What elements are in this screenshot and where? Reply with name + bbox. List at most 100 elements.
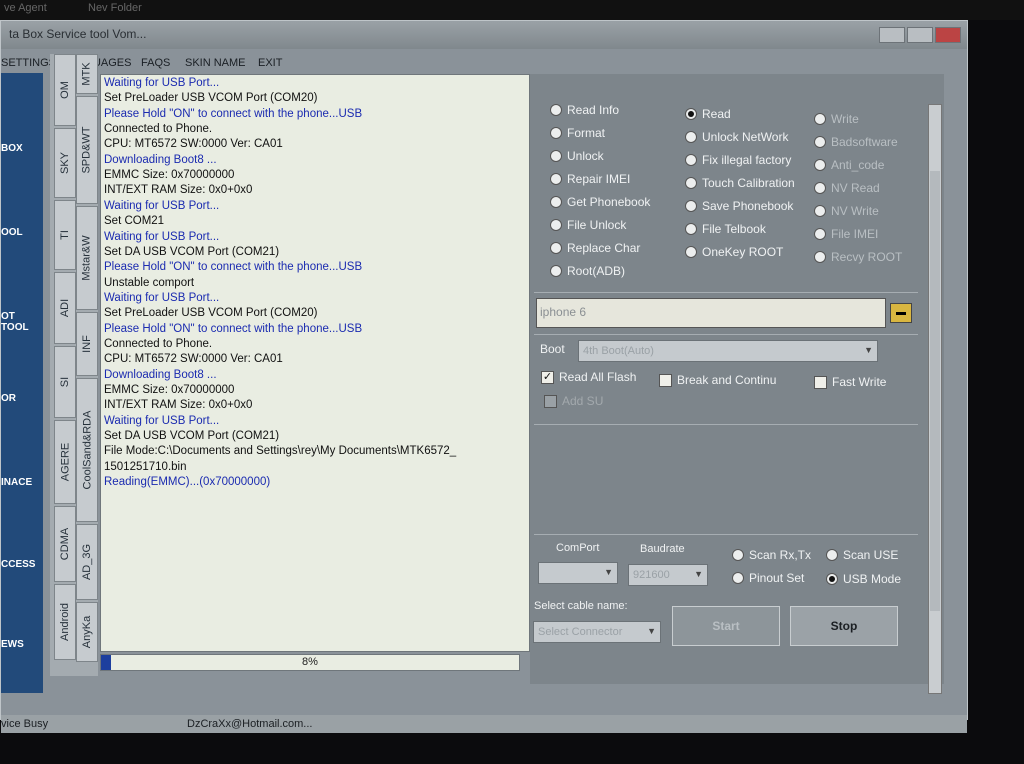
tab-coolsand-rda[interactable]: CoolSand&RDA	[76, 378, 98, 522]
boot-select[interactable]: 4th Boot(Auto) ▼	[578, 340, 878, 362]
log-line: CPU: MT6572 SW:0000 Ver: CA01	[104, 353, 283, 366]
radio-op-col3[interactable]: NV Read	[814, 181, 880, 195]
radio-dot	[814, 228, 826, 240]
tab-om[interactable]: OM	[54, 54, 76, 126]
tab-label: AGERE	[59, 442, 72, 482]
minimize-button[interactable]	[879, 27, 905, 43]
radio-op-col2[interactable]: Read	[685, 107, 731, 121]
tab-mstar-w[interactable]: Mstar&W	[76, 206, 98, 310]
radio-dot	[814, 205, 826, 217]
vertical-scrollbar[interactable]	[928, 104, 942, 694]
status-bar: vice Busy DzCraXx@Hotmail.com...	[1, 715, 967, 733]
radio-op-col2[interactable]: Save Phonebook	[685, 199, 793, 213]
radio-dot	[685, 154, 697, 166]
radio-op-col1[interactable]: File Unlock	[550, 218, 626, 232]
radio-dot	[732, 549, 744, 561]
title-bar[interactable]: ta Box Service tool Vom...	[1, 21, 967, 49]
scrollbar-thumb[interactable]	[930, 171, 940, 611]
radio-scan-rx-tx[interactable]: Scan Rx,Tx	[732, 548, 811, 562]
menu-skin-name[interactable]: SKIN NAME	[185, 57, 246, 69]
stop-button[interactable]: Stop	[790, 606, 898, 646]
tab-mtk[interactable]: MTK	[76, 54, 98, 94]
tab-agere[interactable]: AGERE	[54, 420, 76, 504]
checkbox-read-all-flash[interactable]: ✓ Read All Flash	[541, 370, 636, 384]
radio-op-col2[interactable]: OneKey ROOT	[685, 245, 783, 259]
radio-dot	[814, 251, 826, 263]
sidebar-item-tool[interactable]: OOL	[1, 227, 23, 238]
menu-settings[interactable]: SETTINGS	[1, 57, 56, 69]
comport-select[interactable]: ▼	[538, 562, 618, 584]
radio-op-col3[interactable]: File IMEI	[814, 227, 878, 241]
radio-op-col2[interactable]: Unlock NetWork	[685, 130, 788, 144]
tab-si[interactable]: SI	[54, 346, 76, 418]
radio-label: Scan Rx,Tx	[749, 548, 812, 562]
tab-ti[interactable]: TI	[54, 200, 76, 270]
sidebar-item-news[interactable]: EWS	[1, 639, 24, 650]
radio-label: Get Phonebook	[567, 195, 651, 209]
radio-scan-use[interactable]: Scan USE	[826, 548, 898, 562]
radio-label: Pinout Set	[749, 571, 805, 585]
radio-op-col1[interactable]: Repair IMEI	[550, 172, 630, 186]
sidebar-item-or[interactable]: OR	[1, 393, 16, 404]
cable-select[interactable]: Select Connector ▼	[533, 621, 661, 643]
radio-dot	[814, 182, 826, 194]
radio-dot	[814, 159, 826, 171]
radio-op-col2[interactable]: Fix illegal factory	[685, 153, 791, 167]
baudrate-select[interactable]: 921600 ▼	[628, 564, 708, 586]
log-line: INT/EXT RAM Size: 0x0+0x0	[104, 399, 253, 412]
radio-op-col1[interactable]: Root(ADB)	[550, 264, 625, 278]
menu-faqs[interactable]: FAQS	[141, 57, 170, 69]
radio-op-col1[interactable]: Replace Char	[550, 241, 640, 255]
radio-dot	[814, 136, 826, 148]
radio-op-col1[interactable]: Get Phonebook	[550, 195, 650, 209]
tab-cdma[interactable]: CDMA	[54, 506, 76, 582]
radio-dot	[685, 131, 697, 143]
radio-op-col2[interactable]: Touch Calibration	[685, 176, 795, 190]
radio-dot	[685, 223, 697, 235]
model-input[interactable]: iphone 6	[536, 298, 886, 328]
baudrate-value: 921600	[633, 569, 670, 581]
sidebar-item-access[interactable]: CCESS	[1, 559, 35, 570]
radio-op-col1[interactable]: Format	[550, 126, 605, 140]
tab-spd-wt[interactable]: SPD&WT	[76, 96, 98, 204]
tab-android[interactable]: Android	[54, 584, 76, 660]
sidebar-item-box[interactable]: BOX	[1, 143, 23, 154]
checkbox-fast-write[interactable]: Fast Write	[814, 375, 886, 389]
sidebar-item-inace[interactable]: INACE	[1, 477, 32, 488]
log-line: Waiting for USB Port...	[104, 77, 220, 89]
sidebar-item-ot-tool[interactable]: OT TOOL	[1, 311, 43, 333]
radio-op-col1[interactable]: Unlock	[550, 149, 604, 163]
radio-op-col2[interactable]: File Telbook	[685, 222, 766, 236]
tab-ad-3g[interactable]: AD_3G	[76, 524, 98, 600]
radio-op-col3[interactable]: Recvy ROOT	[814, 250, 902, 264]
menu-bar: SETTINGS LANGUAGES FAQS SKIN NAME EXIT	[1, 51, 967, 73]
desktop-item-right[interactable]: Nev Folder	[88, 2, 142, 14]
close-button[interactable]	[935, 27, 961, 43]
log-line: Set PreLoader USB VCOM Port (COM20)	[104, 92, 318, 105]
maximize-button[interactable]	[907, 27, 933, 43]
radio-label: Touch Calibration	[702, 176, 795, 190]
tab-inf[interactable]: INF	[76, 312, 98, 376]
log-output[interactable]: Waiting for USB Port... Set PreLoader USB…	[100, 74, 530, 652]
radio-op-col3[interactable]: Badsoftware	[814, 135, 898, 149]
radio-pinout-set[interactable]: Pinout Set	[732, 571, 804, 585]
radio-op-col3[interactable]: NV Write	[814, 204, 879, 218]
log-line: Unstable comport	[104, 276, 195, 289]
radio-op-col1[interactable]: Read Info	[550, 103, 619, 117]
tab-anyka[interactable]: AnyKa	[76, 602, 98, 662]
folder-icon[interactable]: ▬	[890, 303, 912, 323]
tab-adi[interactable]: ADI	[54, 272, 76, 344]
progress-bar: 8%	[100, 654, 520, 671]
menu-exit[interactable]: EXIT	[258, 57, 282, 69]
radio-op-col3[interactable]: Anti_code	[814, 158, 884, 172]
status-text: vice Busy	[1, 718, 49, 730]
radio-op-col3[interactable]: Write	[814, 112, 859, 126]
start-button[interactable]: Start	[672, 606, 780, 646]
radio-usb-mode[interactable]: USB Mode	[826, 572, 901, 586]
radio-label: OneKey ROOT	[702, 245, 784, 259]
checkbox-break-and-continu[interactable]: Break and Continu	[659, 373, 776, 387]
tab-sky[interactable]: SKY	[54, 128, 76, 198]
desktop-item-left[interactable]: ve Agent	[4, 2, 47, 14]
checkbox-box: ✓	[541, 370, 554, 384]
tab-label: OM	[58, 81, 71, 99]
